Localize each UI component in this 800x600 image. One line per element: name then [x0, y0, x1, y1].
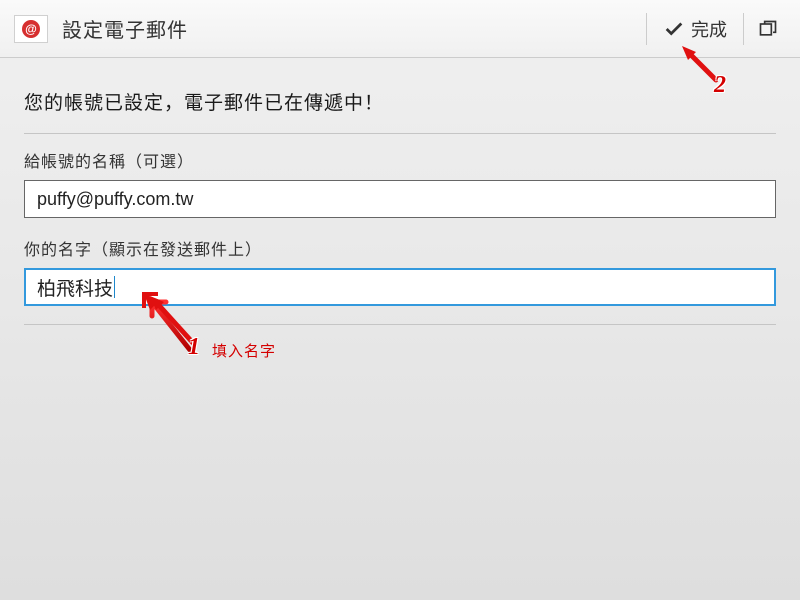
header-title: 設定電子郵件	[62, 14, 640, 43]
divider	[646, 13, 647, 45]
content-area: 您的帳號已設定，電子郵件已在傳遞中！ 給帳號的名稱（可選） 你的名字（顯示在發送…	[0, 58, 800, 369]
email-at-icon: @	[22, 20, 40, 38]
account-name-input[interactable]	[24, 180, 776, 218]
done-button[interactable]: 完成	[653, 0, 737, 57]
divider	[743, 13, 744, 45]
expand-icon	[758, 19, 778, 39]
your-name-field-group: 你的名字（顯示在發送郵件上） 柏飛科技	[24, 236, 776, 306]
divider	[24, 133, 776, 134]
account-name-field-group: 給帳號的名稱（可選）	[24, 148, 776, 218]
page-heading: 您的帳號已設定，電子郵件已在傳遞中！	[24, 88, 776, 115]
your-name-input[interactable]: 柏飛科技	[24, 268, 776, 306]
app-icon: @	[14, 15, 48, 43]
expand-button[interactable]	[750, 0, 786, 57]
done-label: 完成	[691, 16, 727, 42]
header-bar: @ 設定電子郵件 完成	[0, 0, 800, 58]
account-name-label: 給帳號的名稱（可選）	[24, 148, 776, 172]
your-name-label: 你的名字（顯示在發送郵件上）	[24, 236, 776, 260]
header-actions: 完成	[640, 0, 786, 57]
your-name-value: 柏飛科技	[37, 274, 113, 301]
divider	[24, 324, 776, 325]
text-cursor	[114, 276, 115, 298]
checkmark-icon	[663, 18, 685, 40]
